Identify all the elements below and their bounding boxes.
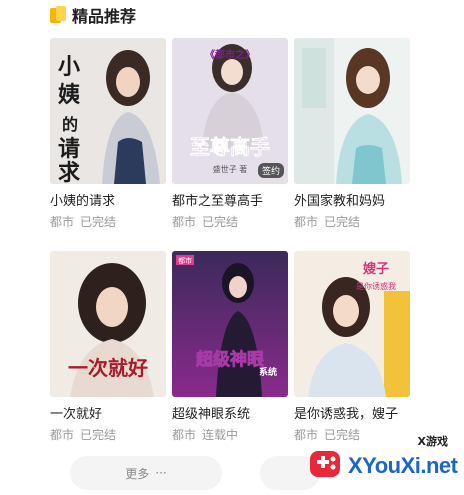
book-card[interactable]: 一次就好 一次就好 都市 已完结 — [50, 251, 166, 442]
book-cover[interactable] — [294, 38, 410, 184]
book-status: 已完结 — [80, 428, 117, 442]
book-status: 已完结 — [324, 215, 361, 229]
brand-logo-icon — [310, 451, 340, 477]
book-title[interactable]: 超级神眼系统 — [172, 407, 288, 423]
cover-image: 小 姨 的 请 求 — [50, 38, 166, 184]
book-title[interactable]: 外国家教和妈妈 — [294, 194, 410, 210]
svg-text:求: 求 — [58, 160, 80, 184]
book-cover[interactable]: 嫂子 是你诱惑我 — [294, 251, 410, 397]
book-category: 都市 — [172, 428, 197, 442]
book-category: 都市 — [50, 428, 75, 442]
book-title[interactable]: 都市之至尊高手 — [172, 194, 288, 210]
book-meta: 都市 已完结 — [294, 215, 410, 229]
svg-text:嫂子: 嫂子 — [363, 261, 389, 277]
watermark-small: X游戏 — [417, 435, 448, 448]
cover-image: 一次就好 — [50, 251, 166, 397]
book-category: 都市 — [50, 215, 75, 229]
book-category: 都市 — [172, 215, 197, 229]
book-grid: 小 姨 的 请 求 小姨的请求 都市 已完结 《都市之》 至尊高手 盛世子 著 … — [50, 38, 412, 442]
book-row: 一次就好 一次就好 都市 已完结 都市 超级神眼 系统 超级神眼系统 都市 连载… — [50, 251, 412, 442]
book-title[interactable]: 一次就好 — [50, 407, 166, 423]
book-cover[interactable]: 一次就好 — [50, 251, 166, 397]
watermark: X游戏 XYouXi.net — [298, 433, 458, 489]
cover-image: 嫂子 是你诱惑我 — [294, 251, 410, 397]
section-title: 精品推荐 — [72, 7, 137, 26]
book-meta: 都市 已完结 — [50, 215, 166, 229]
cover-image: 都市 超级神眼 系统 — [172, 251, 288, 397]
cover-image — [294, 38, 410, 184]
book-meta: 都市 连载中 — [172, 428, 288, 442]
more-button[interactable]: 更多 ··· — [70, 456, 222, 490]
svg-text:是你诱惑我: 是你诱惑我 — [356, 281, 396, 291]
svg-text:系统: 系统 — [259, 366, 277, 378]
svg-text:至尊高手: 至尊高手 — [190, 135, 270, 159]
svg-text:小: 小 — [58, 54, 80, 80]
more-dots: ··· — [155, 466, 167, 480]
watermark-brand: XYouXi.net — [348, 453, 458, 478]
svg-text:请: 请 — [58, 136, 80, 162]
svg-text:姨: 姨 — [58, 82, 80, 108]
book-card[interactable]: 外国家教和妈妈 都市 已完结 — [294, 38, 410, 229]
book-cover[interactable]: 小 姨 的 请 求 — [50, 38, 166, 184]
book-status: 已完结 — [80, 215, 117, 229]
svg-text:盛世子 著: 盛世子 著 — [213, 164, 248, 174]
svg-text:的: 的 — [62, 115, 78, 134]
svg-text:都市: 都市 — [178, 256, 192, 265]
book-card[interactable]: 《都市之》 至尊高手 盛世子 著 签约 都市之至尊高手 都市 已完结 — [172, 38, 288, 229]
book-title[interactable]: 小姨的请求 — [50, 194, 166, 210]
svg-text:一次就好: 一次就好 — [68, 356, 148, 380]
book-status: 已完结 — [202, 215, 239, 229]
book-card[interactable]: 都市 超级神眼 系统 超级神眼系统 都市 连载中 — [172, 251, 288, 442]
more-label: 更多 — [125, 466, 150, 481]
section-header: 精品推荐 — [50, 4, 136, 26]
cover-subtitle: 《都市之》 — [205, 48, 255, 61]
signed-badge: 签约 — [257, 163, 284, 178]
book-stack-icon — [50, 6, 66, 24]
book-status: 连载中 — [202, 428, 239, 442]
book-cover[interactable]: 《都市之》 至尊高手 盛世子 著 签约 — [172, 38, 288, 184]
book-category: 都市 — [294, 215, 319, 229]
svg-text:超级神眼: 超级神眼 — [196, 349, 264, 370]
book-card[interactable]: 小 姨 的 请 求 小姨的请求 都市 已完结 — [50, 38, 166, 229]
book-cover[interactable]: 都市 超级神眼 系统 — [172, 251, 288, 397]
book-title[interactable]: 是你诱惑我，嫂子 — [294, 407, 410, 423]
book-row: 小 姨 的 请 求 小姨的请求 都市 已完结 《都市之》 至尊高手 盛世子 著 … — [50, 38, 412, 229]
book-meta: 都市 已完结 — [172, 215, 288, 229]
book-card[interactable]: 嫂子 是你诱惑我 是你诱惑我，嫂子 都市 已完结 — [294, 251, 410, 442]
book-meta: 都市 已完结 — [50, 428, 166, 442]
